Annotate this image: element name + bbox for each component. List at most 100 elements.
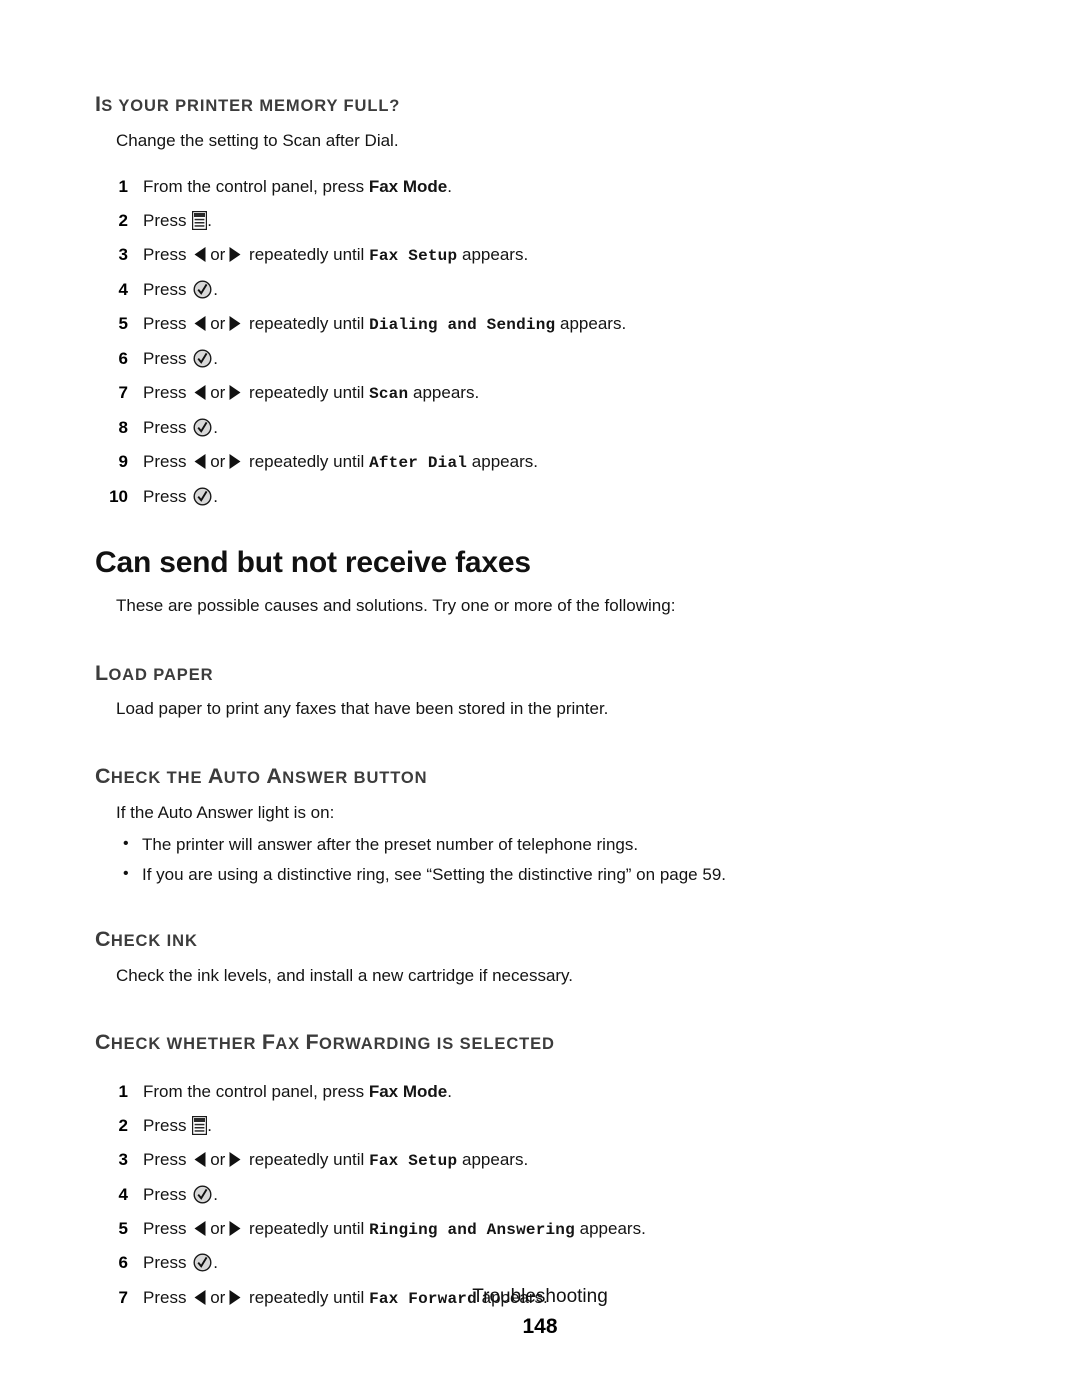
step-text-post: . [213,348,218,368]
select-checkmark-icon [193,1185,212,1204]
step-text-pre: Press [143,211,192,231]
right-arrow-icon [227,1220,242,1237]
left-arrow-icon [193,246,208,263]
document-page: IS YOUR PRINTER MEMORY FULL? Change the … [0,0,1080,1397]
step-text-pre: Press [143,417,192,437]
intro-text-memory-full: Change the setting to Scan after Dial. [116,130,399,150]
step-mono-term: After Dial [369,453,468,472]
step-number: 1 [118,1081,128,1101]
intro-text-can-send: These are possible causes and solutions.… [116,596,676,616]
step-text-post: . [447,1081,452,1101]
step-text-mid: repeatedly until [244,383,370,403]
step-number: 7 [118,383,128,403]
heading-check-ink: CHECK INK [95,927,755,952]
body-text-check-ink: Check the ink levels, and install a new … [116,965,574,985]
step-number: 3 [118,245,128,265]
step-text-post: appears. [467,451,538,471]
left-arrow-icon [193,315,208,332]
steps-list-fax-forwarding: 1 From the control panel, press Fax Mode… [95,1081,755,1310]
menu-icon [192,1115,208,1135]
step-text: Press or repeatedly until Dialing and Se… [143,314,627,335]
step-text-pre: Press [143,1149,192,1169]
step-text: From the control panel, press Fax Mode. [143,177,452,196]
step-text: Press . [143,1253,218,1272]
step-item: 5 Press or repeatedly until Ringing and … [95,1218,755,1241]
footer-chapter-label: Troubleshooting [472,1286,608,1307]
step-item: 4 Press . [95,1184,755,1206]
heading-initial-cap: F [261,1029,276,1054]
step-text: Press . [143,487,218,506]
heading-initial-cap: C [95,1029,111,1054]
section-check-ink: CHECK INK Check the ink levels, and inst… [95,927,755,987]
step-text: Press or repeatedly until Scan appears. [143,383,480,404]
step-item: 9 Press or repeatedly until After Dial a… [95,451,755,474]
step-text-pre: Press [143,348,192,368]
select-checkmark-icon [193,280,212,299]
select-checkmark-icon [193,487,212,506]
step-text: Press or repeatedly until After Dial app… [143,451,538,472]
step-number: 2 [118,1115,128,1135]
step-number: 3 [118,1149,128,1169]
select-checkmark-icon [193,349,212,368]
page-title: Can send but not receive faxes [95,545,531,579]
step-number: 5 [118,314,128,334]
step-number: 2 [118,211,128,231]
right-arrow-icon [227,246,242,263]
step-text-post: appears. [555,314,627,334]
step-text-post: . [213,1253,218,1273]
heading-load-paper: LOAD PAPER [95,661,755,686]
step-text: From the control panel, press Fax Mode. [143,1082,452,1101]
step-text-pre: From the control panel, press [143,1081,369,1101]
step-text-pre: Press [143,486,192,506]
left-arrow-icon [193,1220,208,1237]
step-text-pre: From the control panel, press [143,177,369,197]
step-text-mid: repeatedly until [244,1149,370,1169]
step-number: 10 [109,486,128,506]
step-text-pre: Press [143,280,192,300]
steps-list-memory-full: 1 From the control panel, press Fax Mode… [95,176,755,508]
page-content: IS YOUR PRINTER MEMORY FULL? Change the … [95,92,755,1321]
list-item: The printer will answer after the preset… [95,833,755,857]
heading-initial-cap: A [266,763,283,788]
step-text-pre: Press [143,451,192,471]
step-text: Press or repeatedly until Fax Setup appe… [143,245,529,266]
body-text-load-paper: Load paper to print any faxes that have … [116,699,609,719]
heading-text: HECK THE [110,768,208,787]
step-text-post: appears. [408,383,480,403]
step-number: 6 [118,1253,128,1273]
heading-text: S YOUR PRINTER MEMORY FULL? [101,97,401,115]
heading-text: UTO [223,768,267,787]
right-arrow-icon [227,315,242,332]
select-checkmark-icon [193,1253,212,1272]
right-arrow-icon [227,384,242,401]
step-item: 5 Press or repeatedly until Dialing and … [95,313,755,336]
step-text-pre: Press [143,1115,192,1135]
step-mono-term: Fax Setup [369,1151,458,1170]
step-text-post: . [213,486,218,506]
step-item: 1 From the control panel, press Fax Mode… [95,1081,755,1103]
step-text-mid: repeatedly until [244,1218,370,1238]
bullet-list-auto-answer: The printer will answer after the preset… [95,833,755,887]
step-mono-term: Fax Setup [369,247,458,266]
section-can-send-not-receive: Can send but not receive faxes These are… [95,546,755,618]
step-item: 8 Press . [95,417,755,439]
step-number: 1 [118,177,128,197]
step-text-pre: Press [143,1184,192,1204]
step-item: 3 Press or repeatedly until Fax Setup ap… [95,244,755,267]
step-text: Press . [143,349,218,368]
heading-initial-cap: C [95,763,111,788]
step-text: Press . [143,211,212,230]
step-text-post: . [207,211,212,231]
step-mono-term: Ringing and Answering [369,1220,575,1239]
step-item: 6 Press . [95,1252,755,1274]
step-item: 2 Press . [95,210,755,232]
step-item: 6 Press . [95,348,755,370]
heading-initial-cap: F [305,1029,319,1054]
heading-text: OAD PAPER [108,665,214,684]
heading-text: AX [275,1034,306,1053]
select-checkmark-icon [193,418,212,437]
